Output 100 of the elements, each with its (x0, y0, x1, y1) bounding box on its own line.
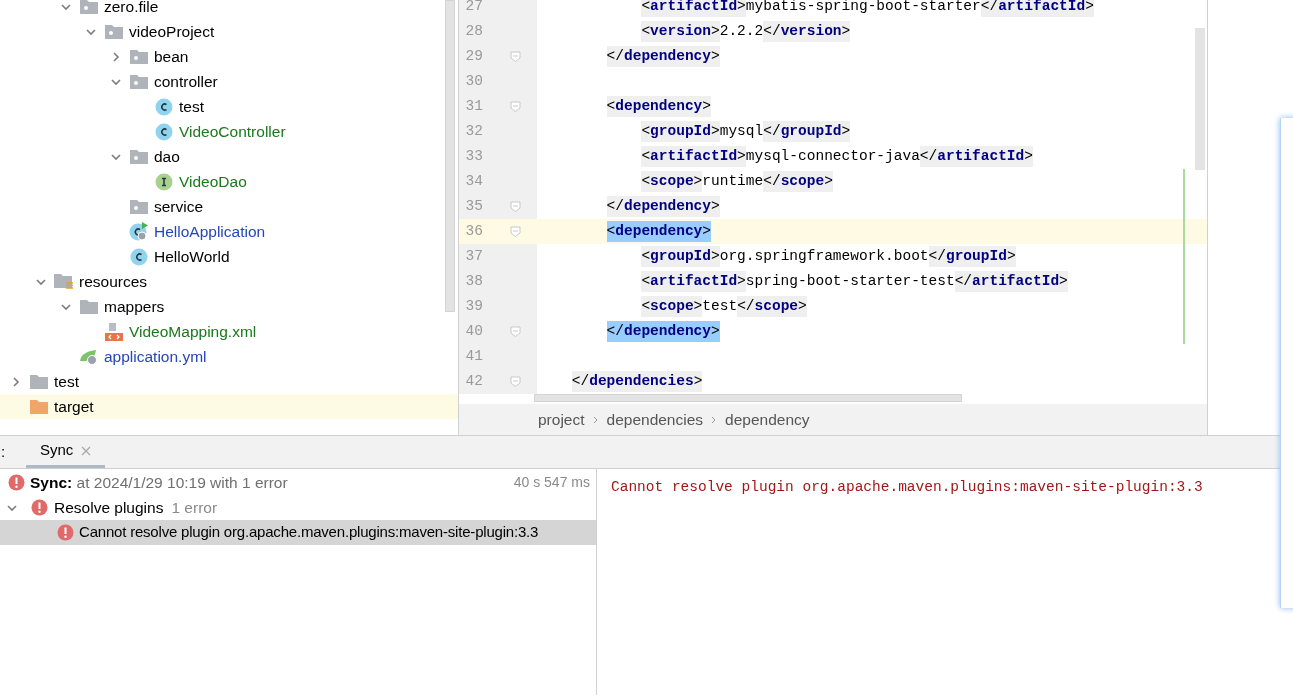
breadcrumb[interactable]: dependency (725, 407, 810, 432)
tree-item-label: resources (79, 271, 148, 292)
error-icon (8, 474, 25, 491)
console-output: Cannot resolve plugin org.apache.maven.plugins:maven-site-plugin:3.3 (611, 479, 1203, 495)
xml-text: test (702, 296, 738, 316)
tree-item-label: dao (154, 146, 180, 167)
tree-row[interactable]: controller (0, 69, 458, 94)
xml-tag: </dependency> (606, 320, 720, 343)
line-number: 41 (464, 346, 483, 366)
tree-item-label: HelloWorld (154, 246, 230, 267)
tree-item-label: test (179, 96, 204, 117)
breadcrumb[interactable]: project (538, 407, 585, 432)
xml-tag: </artifactId> (954, 270, 1068, 293)
xml-tag: </groupId> (928, 245, 1016, 268)
tree-row[interactable]: zero.file (0, 0, 458, 19)
fold-marker-icon[interactable] (510, 326, 521, 337)
tree-row[interactable]: dao (0, 144, 458, 169)
tree-row[interactable]: service (0, 194, 458, 219)
build-tree-row[interactable]: Sync: at 2024/1/29 10:19 with 1 error 40 s 547 ms (0, 470, 596, 495)
spring-config-icon (79, 347, 99, 366)
line-number: 39 (464, 296, 483, 316)
line-number: 42 (464, 371, 483, 391)
line-number: 28 (464, 21, 483, 41)
tree-row[interactable]: bean (0, 44, 458, 69)
build-step: Resolve plugins (54, 495, 164, 520)
horizontal-scrollbar[interactable] (534, 394, 962, 402)
tree-row[interactable]: application.yml (0, 344, 458, 369)
chevron-right-icon[interactable] (110, 50, 122, 63)
package-icon (130, 49, 148, 64)
tree-row[interactable]: videoProject (0, 19, 458, 44)
xml-tag: <dependency> (606, 95, 711, 118)
xml-tag: </scope> (737, 295, 807, 318)
close-icon[interactable] (81, 445, 92, 456)
xml-tag: <artifactId> (641, 270, 746, 293)
line-number: 38 (464, 271, 483, 291)
tree-item-label: target (54, 396, 94, 417)
package-icon (130, 74, 148, 89)
line-number: 40 (464, 321, 483, 341)
xml-tag: </groupId> (763, 120, 851, 143)
tree-row[interactable]: test (0, 94, 458, 119)
vertical-scrollbar[interactable] (1195, 28, 1205, 170)
tab[interactable]: Sync (26, 436, 106, 468)
class-icon (155, 122, 173, 141)
line-number: 30 (464, 71, 483, 91)
build-tree-row[interactable]: Cannot resolve plugin org.apache.maven.plugins:maven-site-plugin:3.3 (0, 520, 596, 545)
folder-icon (30, 374, 48, 389)
tree-item-label: service (154, 196, 204, 217)
xml-text: mysql (719, 121, 764, 141)
build-duration: 40 s 547 ms (513, 473, 590, 492)
package-icon (130, 199, 148, 214)
chevron-right-icon[interactable] (10, 375, 22, 388)
tree-row[interactable]: test (0, 369, 458, 394)
tree-item-label: mappers (104, 296, 165, 317)
tree-row[interactable]: HelloWorld (0, 244, 458, 269)
scrollbar-thumb[interactable] (445, 0, 455, 312)
fold-marker-icon[interactable] (510, 51, 521, 62)
xml-tag: <scope> (641, 170, 703, 193)
line-number: 31 (464, 96, 483, 116)
folder-icon (30, 399, 48, 414)
xml-tag: <groupId> (641, 120, 720, 143)
xml-tag: </scope> (763, 170, 833, 193)
tree-item-label: application.yml (104, 346, 207, 367)
tree-row[interactable]: VideoController (0, 119, 458, 144)
chevron-right-icon (592, 415, 599, 424)
tree-item-label: controller (154, 71, 218, 92)
xml-tag: </version> (763, 20, 851, 43)
error-icon (31, 499, 48, 516)
xml-tag: </dependency> (606, 195, 720, 218)
fold-marker-icon[interactable] (510, 201, 521, 212)
tree-row[interactable]: mappers (0, 294, 458, 319)
tree-item-label: VideoDao (179, 171, 247, 192)
line-number: 29 (464, 46, 483, 66)
xml-tag: </artifactId> (919, 145, 1033, 168)
tree-item-label: bean (154, 46, 189, 67)
xml-text: 2.2.2 (719, 21, 764, 41)
tree-row[interactable]: VideoDao (0, 169, 458, 194)
fold-marker-icon[interactable] (510, 376, 521, 387)
tree-row[interactable]: HelloApplication (0, 219, 458, 244)
line-number: 36 (464, 221, 483, 241)
xml-text: mysql-connector-java (745, 146, 920, 166)
fold-marker-icon[interactable] (510, 101, 521, 112)
tree-item-label: zero.file (104, 0, 159, 17)
build-tree-row[interactable]: Resolve plugins 1 error (0, 495, 596, 520)
breadcrumb[interactable]: dependencies (606, 407, 704, 432)
package-icon (130, 149, 148, 164)
tree-row[interactable]: target (0, 394, 458, 419)
fold-marker-icon[interactable] (510, 226, 521, 237)
xml-tag: <groupId> (641, 245, 720, 268)
xml-text: spring-boot-starter-test (745, 271, 955, 291)
line-number: 34 (464, 171, 483, 191)
xml-tag: <artifactId> (641, 145, 746, 168)
build-status: Sync: at 2024/1/29 10:19 with 1 error (30, 472, 288, 493)
error-icon (57, 524, 74, 541)
xml-text: org.springframework.boot (719, 246, 929, 266)
xml-text: runtime (702, 171, 764, 191)
tree-item-label: videoProject (129, 21, 215, 42)
spring-class-icon (129, 221, 149, 242)
xml-tag: <scope> (641, 295, 703, 318)
tree-row[interactable]: VideoMapping.xml (0, 319, 458, 344)
tree-row[interactable]: resources (0, 269, 458, 294)
